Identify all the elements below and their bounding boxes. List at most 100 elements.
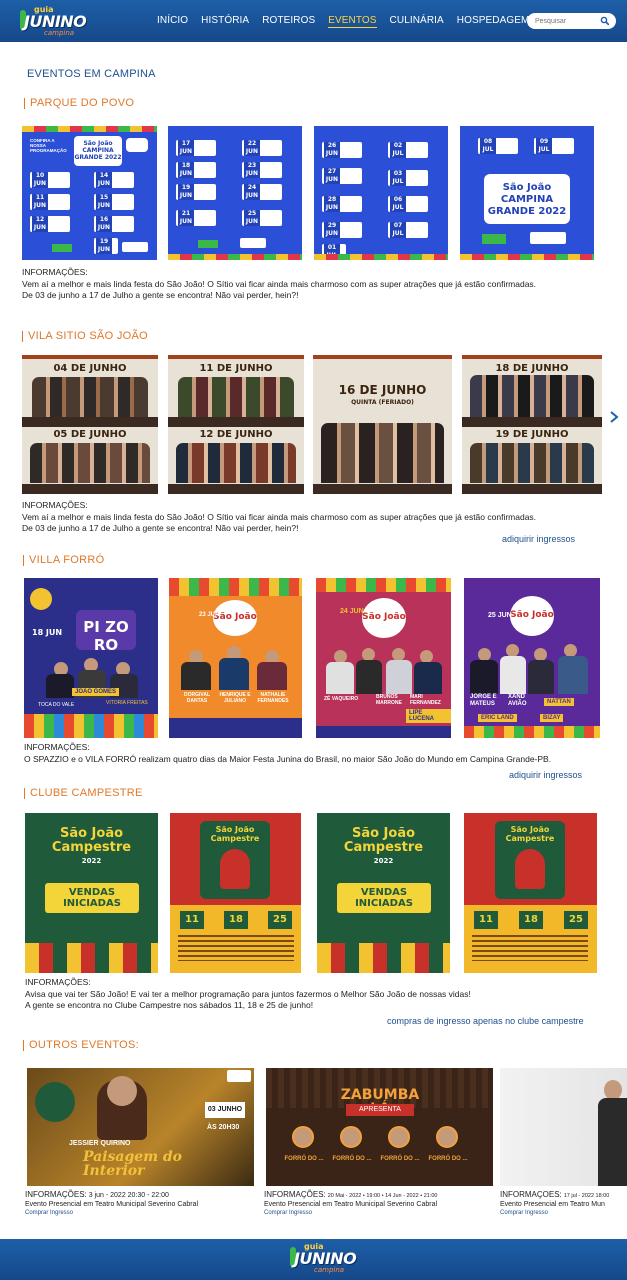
day-chip: 11 [474,911,498,929]
date-chip: 17 JUN [178,140,194,156]
nav-inicio[interactable]: INÍCIO [157,15,188,28]
forro-buy-link[interactable]: adiquirir ingressos [509,770,582,780]
poster-date: 18 DE JUNHO [495,363,569,374]
date-chip: 26 JUN [324,142,340,158]
forro-poster-3[interactable]: São João 24 JUN ZÉ VAQUEIRO BRUNOS MARRO… [316,578,451,738]
artist-name: BRUNOS MARRONE [376,694,402,706]
poster-brand: São João Campestre [343,826,424,855]
search-input[interactable] [535,15,601,27]
date-chip: 23 JUN [244,162,260,178]
artist-name: BIZAY [540,714,564,722]
parque-poster-2[interactable]: 17 JUN 18 JUN 19 JUN 21 JUN 22 JUN 23 JU… [168,126,302,260]
artist-name: VITORIA FREITAS [106,700,148,706]
outros-poster-3[interactable] [500,1068,627,1186]
date-chip: 25 JUN [244,210,260,226]
buy-ticket-link[interactable]: Comprar Ingresso [264,1209,499,1218]
poster-name: FORRÓ DO ... [332,1156,372,1162]
outros-info-2: INFORMAÇÕES: 20 Mai - 2022 • 19:00 • 14 … [264,1190,499,1218]
parque-poster-1[interactable]: CONFIRA A NOSSA PROGRAMAÇÃO São João CAM… [22,126,157,260]
date-chip: 16 JUN [96,216,112,232]
artist-name: ZÉ VAQUEIRO [324,696,359,702]
event-desc: Evento Presencial em Teatro Mun [500,1200,605,1208]
date-chip: 29 JUN [324,222,340,238]
poster-brand: São João CAMPINA GRANDE 2022 [487,182,567,217]
parque-poster-4[interactable]: 08 JUL 09 JUL São João CAMPINA GRANDE 20… [460,126,594,260]
artist-name: MARI FERNANDEZ [410,694,441,706]
date-chip: 07 JUL [390,222,406,238]
poster-name: FORRÓ DO ... [284,1156,324,1162]
info-label: INFORMAÇÕES: [264,1190,326,1199]
poster-date: 23 JUN [199,612,220,618]
poster-date: 19 DE JUNHO [495,429,569,440]
date-chip: 21 JUN [178,210,194,226]
vila-poster-4[interactable]: 18 DE JUNHO 19 DE JUNHO [462,355,602,494]
poster-banner: VENDAS INICIADAS [355,887,413,909]
campestre-poster-1[interactable]: São João Campestre 2022 VENDAS INICIADAS [25,813,158,973]
footer: guia JUNINO campina [0,1239,627,1280]
poster-top-text: CONFIRA A NOSSA PROGRAMAÇÃO [30,138,67,153]
date-chip: 08 JUL [480,138,496,154]
nav-roteiros[interactable]: ROTEIROS [262,15,315,28]
date-chip: 19 JUN [178,184,194,200]
page-title: EVENTOS EM CAMPINA [27,68,156,80]
logo-line-3: campina [314,1266,345,1274]
campestre-buy-link[interactable]: compras de ingresso apenas no clube camp… [387,1016,584,1026]
nav-culinaria[interactable]: CULINÁRIA [390,15,444,28]
info-label: INFORMAÇÕES: [22,267,88,277]
outros-poster-1[interactable]: JESSIER QUIRINO Paisagem do Interior 03 … [27,1068,254,1186]
nav-historia[interactable]: HISTÓRIA [201,15,249,28]
artist-name: XAND AVIÃO [508,694,527,707]
poster-date: 04 DE JUNHO [53,363,127,374]
forro-poster-1[interactable]: PI ZO RO 18 JUN JOÃO GOMES TOCA DO VALE … [24,578,158,738]
poster-date: 12 DE JUNHO [199,429,273,440]
footer-logo[interactable]: guia JUNINO campina [290,1241,357,1275]
buy-ticket-link[interactable]: Comprar Ingresso [500,1209,627,1218]
date-chip: 15 JUN [96,194,112,210]
forro-poster-4[interactable]: São João 25 JUN JORGE E MATEUS XAND AVIÃ… [464,578,600,738]
poster-year: 2022 [81,857,102,865]
event-date: 20 Mai - 2022 • 19:00 • 14 Jun - 2022 • … [327,1193,438,1199]
section-title-campestre: CLUBE CAMPESTRE [24,787,143,799]
date-chip: 27 JUN [324,168,340,184]
poster-brand: PI ZO RO [83,618,129,654]
vila-buy-link[interactable]: adiquirir ingressos [502,534,575,544]
forro-poster-2[interactable]: São João 23 JUN DORGIVAL DANTAS HENRIQUE… [169,578,302,738]
section-title-forro: VILLA FORRÓ [23,554,104,566]
site-logo[interactable]: guia JUNINO campina [20,4,87,38]
nav-hospedagem[interactable]: HOSPEDAGEM [457,15,530,28]
event-desc: Evento Presencial em Teatro Municipal Se… [264,1200,438,1208]
info-text: De 03 de junho a 17 de Julho a gente se … [22,523,299,533]
date-chip: 19 JUN [96,238,112,254]
poster-banner: VENDAS INICIADAS [63,887,121,909]
search-box [527,13,616,29]
outros-poster-2[interactable]: ZABUMBA LÁ APRESENTA FORRÓ DO ... FORRÓ … [266,1068,493,1186]
poster-date: 25 JUN [488,612,512,619]
buy-ticket-link[interactable]: Comprar Ingresso [25,1209,265,1218]
campestre-poster-3[interactable]: São João Campestre 2022 VENDAS INICIADAS [317,813,450,973]
section-title-parque: PARQUE DO POVO [24,97,134,109]
day-chip: 18 [519,911,543,929]
poster-brand: São João Campestre [505,825,555,843]
parque-poster-3[interactable]: 26 JUN 27 JUN 28 JUN 29 JUN 01 JUL 02 JU… [314,126,448,260]
artist-name: LIPE LUCENA [406,709,451,723]
date-chip: 18 JUN [178,162,194,178]
carousel-next-icon[interactable] [608,410,620,424]
poster-date: 03 JUNHO [205,1102,245,1118]
date-chip: 14 JUN [96,172,112,188]
campestre-poster-4[interactable]: São João Campestre 11 18 25 [464,813,597,973]
search-icon[interactable] [600,16,610,26]
info-label: INFORMAÇÕES: [500,1191,562,1199]
campestre-poster-2[interactable]: São João Campestre 11 18 25 [170,813,301,973]
vila-poster-3[interactable]: 16 DE JUNHO QUINTA (FERIADO) [313,355,452,494]
nav-eventos[interactable]: EVENTOS [328,15,377,28]
poster-name: FORRÓ DO ... [428,1156,468,1162]
top-navigation-bar: guia JUNINO campina INÍCIO HISTÓRIA ROTE… [0,0,627,42]
event-date: 17 jul - 2022 18:00 [563,1193,610,1199]
vila-poster-2[interactable]: 11 DE JUNHO 12 DE JUNHO [168,355,304,494]
logo-line-3: campina [44,29,75,37]
vila-poster-1[interactable]: 04 DE JUNHO 05 DE JUNHO [22,355,158,494]
poster-brand: São João [362,612,406,622]
day-chip: 11 [180,911,204,929]
info-label: INFORMAÇÕES: [24,742,90,752]
day-chip: 18 [224,911,248,929]
